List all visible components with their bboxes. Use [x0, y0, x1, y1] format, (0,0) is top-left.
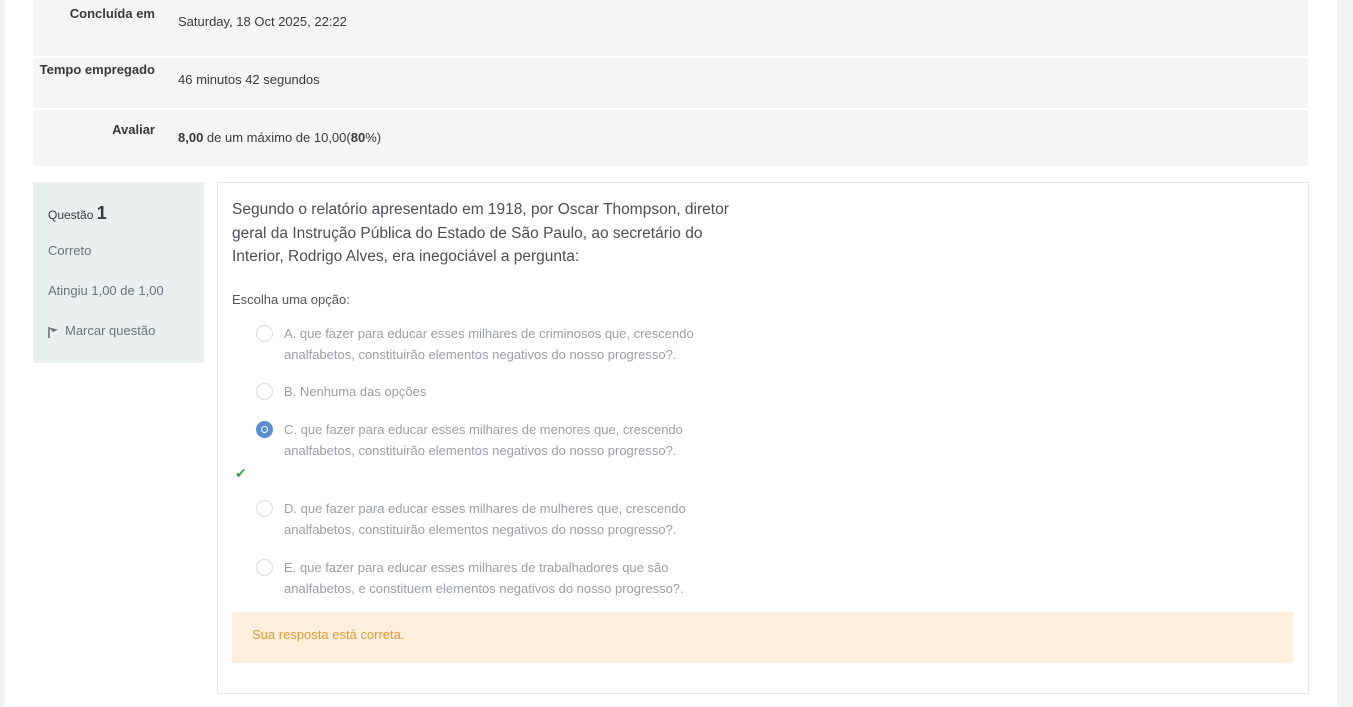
summary-label: Concluída em [69, 6, 155, 21]
grade-percent-suffix: %) [365, 130, 382, 145]
question-info-panel: Questão 1 Correto Atingiu 1,00 de 1,00 M… [33, 182, 204, 363]
flag-question-button[interactable]: Marcar questão [48, 322, 155, 338]
summary-label: Avaliar [112, 122, 155, 137]
flag-icon [48, 327, 58, 338]
grade-percent: 80 [350, 130, 366, 145]
feedback-box: Sua resposta está correta. [232, 612, 1293, 663]
summary-label: Tempo empregado [39, 62, 155, 77]
summary-value: Saturday, 18 Oct 2025, 22:22 [178, 14, 347, 29]
attempt-summary-table: Concluída em Saturday, 18 Oct 2025, 22:2… [33, 0, 1308, 166]
question-number: Questão 1 [48, 203, 107, 224]
summary-value: 8,00 de um máximo de 10,00(80%) [178, 128, 381, 148]
question-label: Questão [48, 208, 94, 222]
option-d-text: D. que fazer para educar esses milhares … [284, 501, 686, 537]
summary-row-time-taken: Tempo empregado 46 minutos 42 segundos [33, 52, 1308, 110]
option-c-text: C. que fazer para educar esses milhares … [284, 422, 683, 458]
option-c-radio[interactable] [256, 421, 273, 438]
question-grade: Atingiu 1,00 de 1,00 [48, 283, 164, 298]
question-number-value: 1 [96, 203, 107, 223]
answer-prompt: Escolha uma opção: [232, 292, 350, 307]
grade-value: 8,00 [178, 130, 204, 145]
question-text: Segundo o relatório apresentado em 1918,… [232, 201, 729, 265]
summary-row-grade: Avaliar 8,00 de um máximo de 10,00(80%) [33, 110, 1308, 166]
option-e-radio[interactable] [256, 559, 273, 576]
option-a-text: A. que fazer para educar esses milhares … [284, 326, 694, 362]
page: Concluída em Saturday, 18 Oct 2025, 22:2… [5, 0, 1337, 707]
question-content: Segundo o relatório apresentado em 1918,… [217, 182, 1309, 694]
option-a-radio[interactable] [256, 325, 273, 342]
grade-max-text: de um máximo de 10,00( [203, 130, 351, 145]
flag-question-label: Marcar questão [65, 322, 156, 338]
question-state: Correto [48, 243, 92, 258]
correct-check-icon: ✔ [235, 465, 247, 481]
option-b-text: B. Nenhuma das opções [284, 384, 427, 399]
option-b-radio[interactable] [256, 383, 273, 400]
option-d-radio[interactable] [256, 500, 273, 517]
feedback-text: Sua resposta está correta. [252, 627, 405, 642]
summary-row-completed: Concluída em Saturday, 18 Oct 2025, 22:2… [33, 0, 1308, 58]
summary-value: 46 minutos 42 segundos [178, 72, 320, 87]
option-e-text: E. que fazer para educar esses milhares … [284, 560, 684, 596]
